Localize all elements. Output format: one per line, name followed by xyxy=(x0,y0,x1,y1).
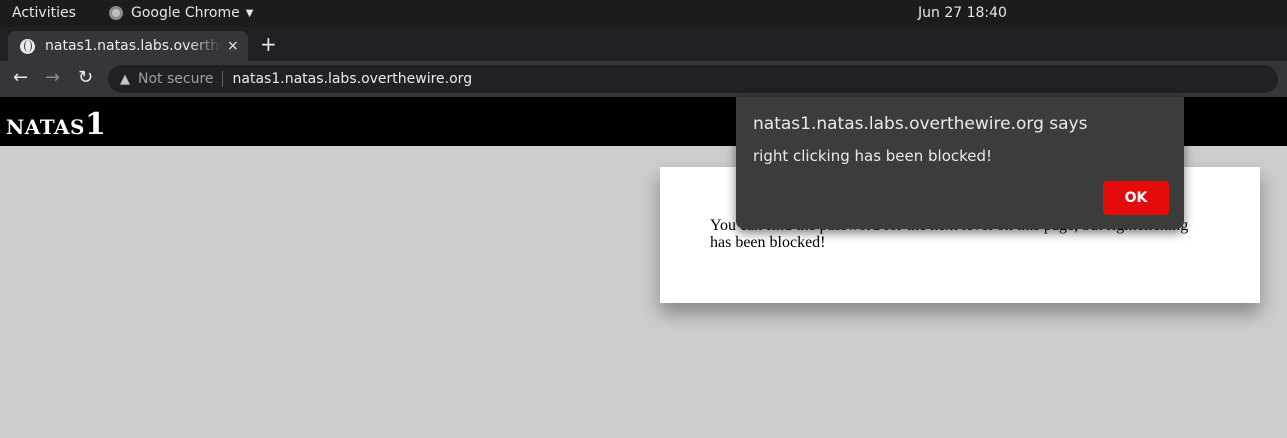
app-name: Google Chrome xyxy=(131,5,240,21)
tab-title: natas1.natas.labs.overthewire.org xyxy=(45,38,223,54)
close-tab-icon[interactable]: × xyxy=(227,38,239,54)
browser-toolbar: ← → ↻ ▲ Not secure natas1.natas.labs.ove… xyxy=(0,61,1287,97)
new-tab-button[interactable]: + xyxy=(260,32,277,56)
caret-down-icon: ▼ xyxy=(245,7,254,19)
app-menu[interactable]: Google Chrome ▼ xyxy=(109,5,253,21)
back-button[interactable]: ← xyxy=(13,67,28,88)
chrome-icon xyxy=(109,6,123,20)
url-text[interactable]: natas1.natas.labs.overthewire.org xyxy=(233,71,473,87)
dialog-title: natas1.natas.labs.overthewire.org says xyxy=(753,114,1088,134)
browser-tab[interactable]: natas1.natas.labs.overthewire.org × xyxy=(8,31,248,61)
alert-dialog: natas1.natas.labs.overthewire.org says r… xyxy=(736,97,1184,229)
security-label[interactable]: Not secure xyxy=(138,71,214,87)
site-logo: NATAS1 xyxy=(6,107,106,142)
system-top-bar: Activities Google Chrome ▼ Jun 27 18:40 xyxy=(0,0,1287,27)
logo-number: 1 xyxy=(84,107,106,142)
logo-prefix: NATAS xyxy=(6,115,85,139)
address-bar[interactable]: ▲ Not secure natas1.natas.labs.overthewi… xyxy=(108,65,1278,93)
globe-icon xyxy=(20,38,35,54)
ok-button[interactable]: OK xyxy=(1103,181,1169,215)
forward-button[interactable]: → xyxy=(45,67,60,88)
warning-triangle-icon[interactable]: ▲ xyxy=(120,72,130,87)
dialog-message: right clicking has been blocked! xyxy=(753,147,993,165)
omnibox-divider xyxy=(221,71,223,87)
clock[interactable]: Jun 27 18:40 xyxy=(918,5,1007,21)
activities-button[interactable]: Activities xyxy=(12,5,76,21)
reload-button[interactable]: ↻ xyxy=(78,67,93,88)
tab-strip: natas1.natas.labs.overthewire.org × + xyxy=(0,27,1287,61)
